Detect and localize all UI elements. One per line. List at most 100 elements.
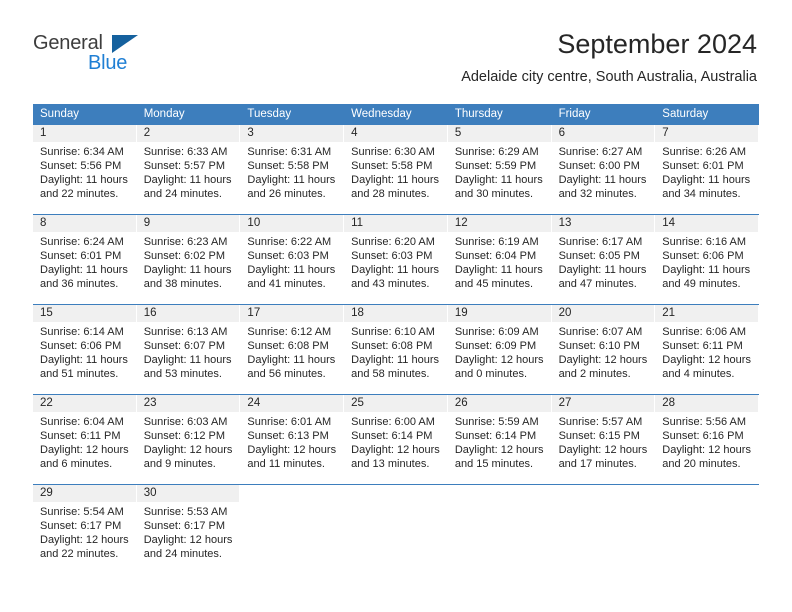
day-number-band: 10 (240, 215, 344, 232)
day-cell-30[interactable]: 30 Sunrise: 5:53 AM Sunset: 6:17 PM Dayligh… (136, 485, 241, 574)
day-cell-20[interactable]: 20 Sunrise: 6:07 AM Sunset: 6:10 PM Dayligh… (551, 305, 656, 394)
day-cell-10[interactable]: 10 Sunrise: 6:22 AM Sunset: 6:03 PM Dayligh… (240, 215, 344, 304)
daylight-line-2: and 45 minutes. (454, 278, 534, 290)
day-cell-7[interactable]: 7 Sunrise: 6:26 AM Sunset: 6:01 PM Daylight… (655, 125, 759, 214)
day-number-band: 15 (33, 305, 136, 322)
day-cell-29[interactable]: 29 Sunrise: 5:54 AM Sunset: 6:17 PM Dayligh… (33, 485, 137, 574)
daylight-line-2: and 36 minutes. (40, 278, 119, 290)
day-number-band: 6 (551, 125, 655, 142)
day-number-band (552, 485, 655, 502)
daylight-line-1: Daylight: 11 hours (662, 264, 751, 276)
day-number: 25 (351, 397, 364, 409)
day-detail-lines: Sunrise: 6:10 AM Sunset: 6:08 PM Daylight:… (344, 322, 448, 381)
daylight-line-1: Daylight: 12 hours (662, 444, 751, 456)
day-cell-28[interactable]: 28 Sunrise: 5:56 AM Sunset: 6:16 PM Dayligh… (655, 395, 759, 484)
day-number-band: 27 (551, 395, 655, 412)
daylight-line-2: and 24 minutes. (143, 548, 222, 560)
day-number-band: 11 (344, 215, 447, 232)
sunrise-line: Sunrise: 6:06 AM (662, 326, 747, 338)
title-block: September 2024 Adelaide city centre, Sou… (461, 28, 757, 86)
day-number-band: 17 (240, 305, 344, 322)
sunrise-line: Sunrise: 6:14 AM (40, 326, 124, 338)
sunset-line: Sunset: 6:08 PM (247, 340, 329, 352)
day-detail-lines: Sunrise: 6:29 AM Sunset: 5:59 PM Daylight:… (448, 142, 552, 201)
day-cell-15[interactable]: 15 Sunrise: 6:14 AM Sunset: 6:06 PM Dayligh… (33, 305, 137, 394)
day-cell-empty (344, 485, 448, 574)
day-number: 17 (247, 307, 261, 319)
daylight-line-2: and 22 minutes. (40, 188, 119, 200)
day-cell-8[interactable]: 8 Sunrise: 6:24 AM Sunset: 6:01 PM Daylight… (33, 215, 137, 304)
daylight-line-2: and 9 minutes. (143, 458, 216, 470)
day-cell-16[interactable]: 16 Sunrise: 6:13 AM Sunset: 6:07 PM Dayligh… (136, 305, 241, 394)
day-detail-lines: Sunrise: 6:19 AM Sunset: 6:04 PM Daylight:… (448, 232, 552, 291)
sunset-line: Sunset: 6:17 PM (40, 520, 122, 532)
daylight-line-1: Daylight: 12 hours (662, 354, 751, 366)
weekday-header-saturday: Saturday (662, 108, 709, 120)
daylight-line-1: Daylight: 12 hours (40, 444, 129, 456)
daylight-line-1: Daylight: 11 hours (143, 264, 232, 276)
day-detail-lines (344, 502, 448, 505)
daylight-line-1: Daylight: 11 hours (143, 174, 232, 186)
day-cell-18[interactable]: 18 Sunrise: 6:10 AM Sunset: 6:08 PM Dayligh… (344, 305, 448, 394)
day-cell-1[interactable]: 1 Sunrise: 6:34 AM Sunset: 5:56 PM Daylight… (33, 125, 137, 214)
day-detail-lines: Sunrise: 6:23 AM Sunset: 6:02 PM Daylight:… (137, 232, 241, 291)
day-number-band: 12 (447, 215, 551, 232)
day-number-band: 26 (447, 395, 551, 412)
day-detail-lines: Sunrise: 6:01 AM Sunset: 6:13 PM Daylight:… (240, 412, 344, 471)
day-cell-2[interactable]: 2 Sunrise: 6:33 AM Sunset: 5:57 PM Daylight… (136, 125, 241, 214)
sunset-line: Sunset: 5:58 PM (247, 160, 329, 172)
day-cell-23[interactable]: 23 Sunrise: 6:03 AM Sunset: 6:12 PM Dayligh… (136, 395, 241, 484)
calendar-week-row: 22 Sunrise: 6:04 AM Sunset: 6:11 PM Dayligh… (33, 394, 759, 484)
day-cell-21[interactable]: 21 Sunrise: 6:06 AM Sunset: 6:11 PM Dayligh… (655, 305, 759, 394)
day-cell-14[interactable]: 14 Sunrise: 6:16 AM Sunset: 6:06 PM Dayligh… (655, 215, 759, 304)
day-detail-lines: Sunrise: 6:07 AM Sunset: 6:10 PM Daylight:… (552, 322, 656, 381)
day-number: 12 (454, 217, 468, 229)
weekday-header-thursday: Thursday (454, 108, 503, 120)
sunrise-line: Sunrise: 6:00 AM (351, 416, 435, 428)
day-number: 7 (662, 127, 669, 139)
sunrise-line: Sunrise: 6:27 AM (558, 146, 643, 158)
day-cell-13[interactable]: 13 Sunrise: 6:17 AM Sunset: 6:05 PM Dayligh… (551, 215, 656, 304)
sunrise-line: Sunrise: 5:56 AM (662, 416, 747, 428)
day-cell-3[interactable]: 3 Sunrise: 6:31 AM Sunset: 5:58 PM Daylight… (240, 125, 344, 214)
day-cell-12[interactable]: 12 Sunrise: 6:19 AM Sunset: 6:04 PM Dayligh… (447, 215, 552, 304)
day-number: 11 (351, 217, 364, 229)
day-number: 22 (40, 397, 53, 409)
sunrise-line: Sunrise: 6:19 AM (454, 236, 539, 248)
daylight-line-1: Daylight: 12 hours (558, 354, 648, 366)
daylight-line-2: and 6 minutes. (40, 458, 113, 470)
brand-logo[interactable]: General Blue (33, 33, 223, 81)
week-cells: 8 Sunrise: 6:24 AM Sunset: 6:01 PM Daylight… (33, 215, 759, 304)
day-cell-5[interactable]: 5 Sunrise: 6:29 AM Sunset: 5:59 PM Daylight… (447, 125, 552, 214)
day-detail-lines: Sunrise: 6:34 AM Sunset: 5:56 PM Daylight:… (33, 142, 137, 201)
day-number-band: 19 (447, 305, 551, 322)
daylight-line-1: Daylight: 11 hours (558, 264, 647, 276)
day-detail-lines: Sunrise: 5:54 AM Sunset: 6:17 PM Daylight:… (33, 502, 137, 561)
day-cell-26[interactable]: 26 Sunrise: 5:59 AM Sunset: 6:14 PM Dayligh… (447, 395, 552, 484)
day-cell-4[interactable]: 4 Sunrise: 6:30 AM Sunset: 5:58 PM Daylight… (344, 125, 448, 214)
day-detail-lines: Sunrise: 6:22 AM Sunset: 6:03 PM Daylight:… (240, 232, 344, 291)
sunset-line: Sunset: 5:57 PM (143, 160, 226, 172)
day-cell-11[interactable]: 11 Sunrise: 6:20 AM Sunset: 6:03 PM Dayligh… (344, 215, 448, 304)
sunset-line: Sunset: 6:13 PM (247, 430, 329, 442)
day-number: 19 (454, 307, 468, 319)
day-cell-27[interactable]: 27 Sunrise: 5:57 AM Sunset: 6:15 PM Dayligh… (551, 395, 656, 484)
day-cell-22[interactable]: 22 Sunrise: 6:04 AM Sunset: 6:11 PM Dayligh… (33, 395, 137, 484)
day-cell-25[interactable]: 25 Sunrise: 6:00 AM Sunset: 6:14 PM Dayligh… (344, 395, 448, 484)
daylight-line-1: Daylight: 11 hours (351, 264, 439, 276)
day-number-band: 7 (655, 125, 758, 142)
sunset-line: Sunset: 6:14 PM (454, 430, 537, 442)
sunrise-line: Sunrise: 5:53 AM (143, 506, 228, 518)
day-number: 28 (662, 397, 676, 409)
day-cell-17[interactable]: 17 Sunrise: 6:12 AM Sunset: 6:08 PM Dayligh… (240, 305, 344, 394)
day-cell-19[interactable]: 19 Sunrise: 6:09 AM Sunset: 6:09 PM Dayligh… (447, 305, 552, 394)
weekday-header-tuesday: Tuesday (247, 108, 292, 120)
sunrise-line: Sunrise: 6:01 AM (247, 416, 332, 428)
week-cells: 29 Sunrise: 5:54 AM Sunset: 6:17 PM Dayligh… (33, 485, 759, 574)
day-cell-6[interactable]: 6 Sunrise: 6:27 AM Sunset: 6:00 PM Daylight… (551, 125, 656, 214)
day-cell-9[interactable]: 9 Sunrise: 6:23 AM Sunset: 6:02 PM Daylight… (136, 215, 241, 304)
sunrise-line: Sunrise: 6:22 AM (247, 236, 332, 248)
calendar-week-row: 1 Sunrise: 6:34 AM Sunset: 5:56 PM Daylight… (33, 125, 759, 214)
day-cell-24[interactable]: 24 Sunrise: 6:01 AM Sunset: 6:13 PM Dayligh… (240, 395, 344, 484)
day-number-band: 4 (344, 125, 447, 142)
